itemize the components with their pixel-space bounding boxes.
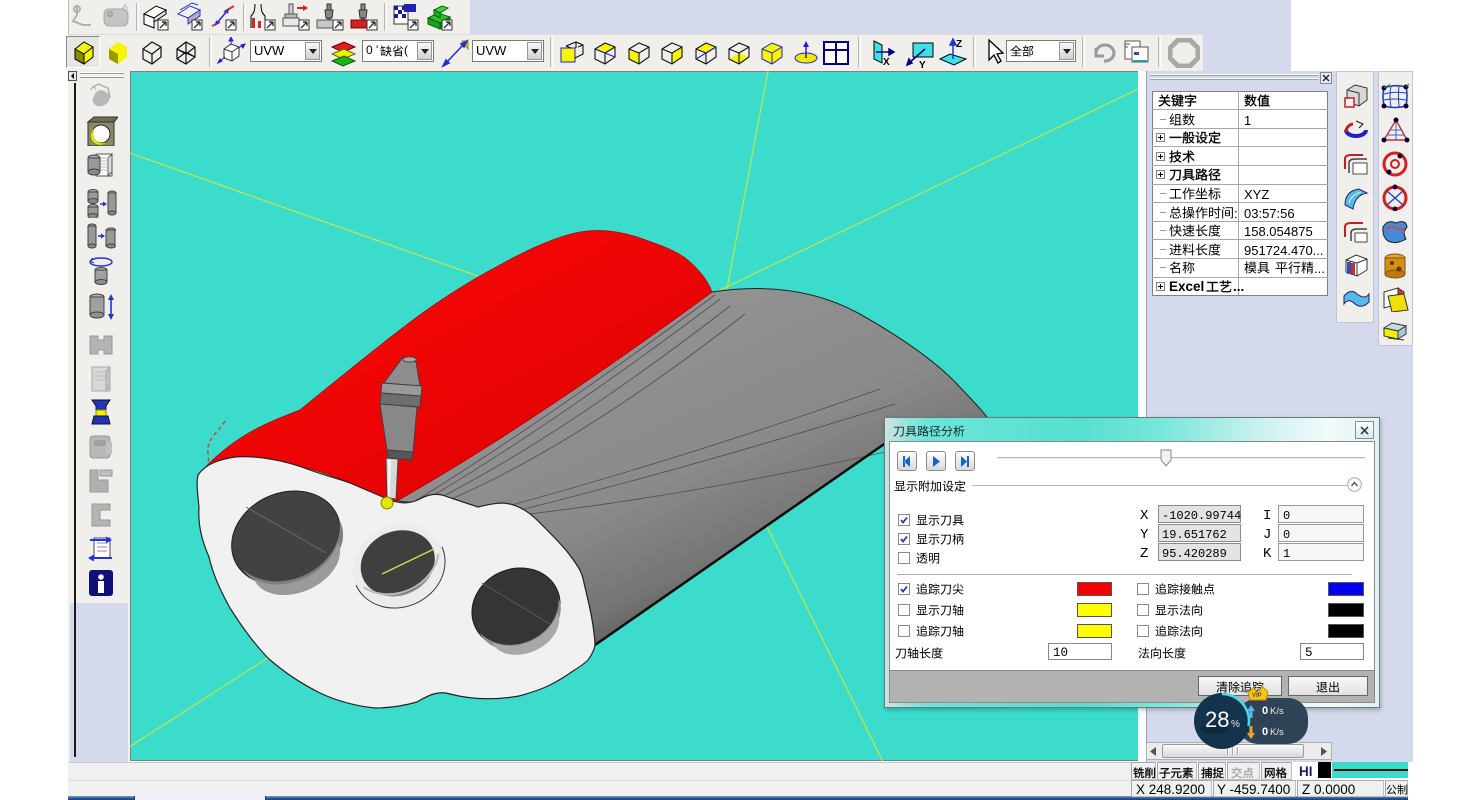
svg-text:VIP: VIP bbox=[1252, 693, 1262, 699]
svg-text:X: X bbox=[883, 57, 890, 68]
svg-text:Y: Y bbox=[919, 60, 926, 69]
svg-text:Z: Z bbox=[956, 39, 962, 50]
